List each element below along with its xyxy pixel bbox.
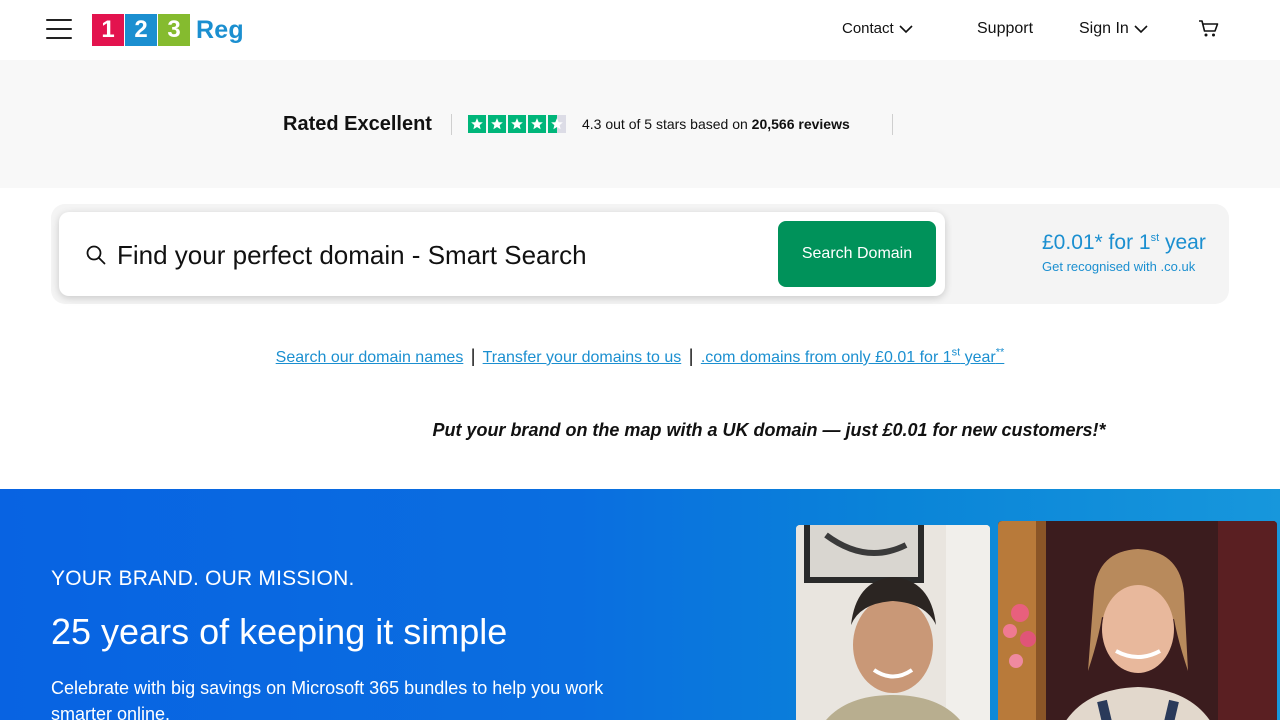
- link-separator: |: [688, 346, 694, 366]
- chevron-down-icon: [899, 24, 913, 33]
- site-header: 1 2 3 Reg Contact Support Sign In: [0, 0, 1280, 60]
- promo-price-year: year: [1159, 231, 1206, 254]
- nav-support[interactable]: Support: [977, 20, 1033, 38]
- menu-icon[interactable]: [46, 18, 72, 40]
- divider: [451, 114, 452, 135]
- link-com-sup2: **: [995, 346, 1005, 359]
- nav-sign-in[interactable]: Sign In: [1079, 20, 1148, 38]
- hero-text: Celebrate with big savings on Microsoft …: [51, 678, 604, 720]
- star-icon: [528, 115, 546, 133]
- star-icon: [508, 115, 526, 133]
- trust-review-count: 20,566 reviews: [751, 116, 850, 132]
- logo[interactable]: 1 2 3 Reg: [92, 14, 244, 46]
- search-domain-button[interactable]: Search Domain: [778, 221, 936, 287]
- promo-subtext: Get recognised with .co.uk: [1042, 259, 1196, 274]
- logo-digit-3: 3: [158, 14, 190, 46]
- trustpilot-bar: Rated Excellent 4.3 out of 5 stars based…: [0, 60, 1280, 188]
- hero-banner: YOUR BRAND. OUR MISSION. 25 years of kee…: [0, 489, 1280, 720]
- nav-contact-label: Contact: [842, 20, 894, 37]
- nav-support-label: Support: [977, 20, 1034, 37]
- promo-price-sup: st: [1150, 232, 1160, 244]
- promo-tagline: Put your brand on the map with a UK doma…: [432, 420, 1106, 440]
- logo-digit-2: 2: [125, 14, 157, 46]
- half-star-icon: [548, 115, 566, 133]
- link-transfer-domains[interactable]: Transfer your domains to us: [483, 349, 682, 366]
- link-com-sup: st: [951, 346, 961, 359]
- logo-word: Reg: [196, 15, 244, 44]
- chevron-down-icon: [1134, 25, 1148, 34]
- nav-contact[interactable]: Contact: [842, 20, 913, 37]
- domain-links-row: Search our domain names | Transfer your …: [0, 346, 1280, 367]
- rated-excellent: Rated Excellent: [283, 113, 432, 135]
- hero-photo-man: [796, 525, 990, 720]
- search-icon: [86, 245, 106, 265]
- promo-price: £0.01* for 1st year: [1042, 231, 1206, 255]
- hero-photo-woman: [998, 521, 1277, 720]
- star-icon: [468, 115, 486, 133]
- nav-sign-in-label: Sign In: [1079, 20, 1129, 37]
- logo-digit-1: 1: [92, 14, 124, 46]
- link-separator: |: [470, 346, 476, 366]
- promo-price-text: £0.01* for 1: [1042, 231, 1151, 254]
- link-com-domains[interactable]: .com domains from only £0.01 for 1st yea…: [700, 346, 1005, 366]
- star-icon: [488, 115, 506, 133]
- divider: [892, 114, 893, 135]
- link-search-domain-names[interactable]: Search our domain names: [276, 349, 464, 366]
- hero-eyebrow: YOUR BRAND. OUR MISSION.: [51, 567, 355, 590]
- trustpilot-stars[interactable]: [468, 115, 568, 133]
- domain-search-input[interactable]: [117, 236, 767, 274]
- cart-icon[interactable]: [1198, 19, 1220, 39]
- link-com-suffix: year: [960, 349, 996, 366]
- hero-title: 25 years of keeping it simple: [51, 611, 508, 652]
- trust-rating-text[interactable]: 4.3 out of 5 stars based on 20,566 revie…: [582, 116, 850, 132]
- trust-rating-prefix: 4.3 out of 5 stars based on: [582, 116, 752, 132]
- link-com-prefix: .com domains from only £0.01 for 1: [700, 349, 952, 366]
